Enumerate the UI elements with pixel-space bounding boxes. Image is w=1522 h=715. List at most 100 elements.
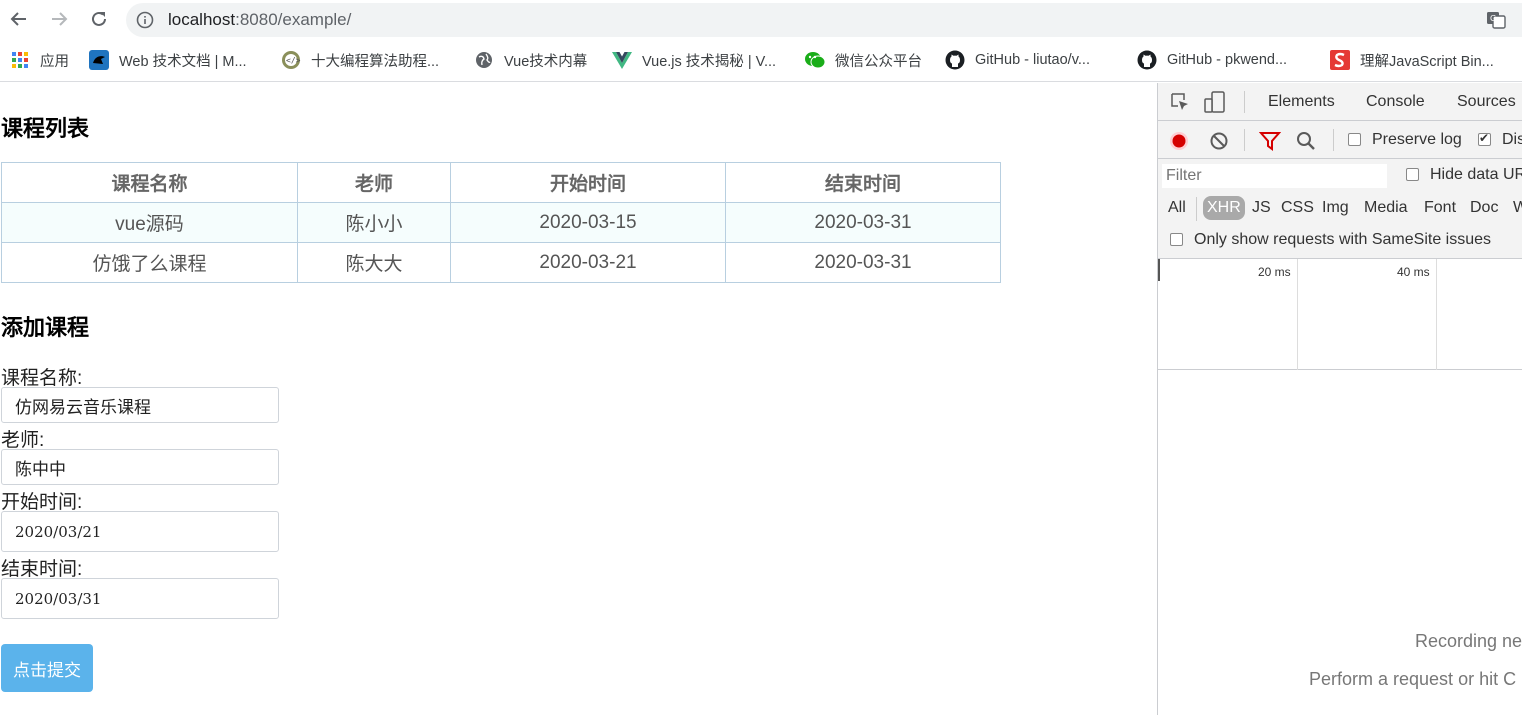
timeline-tick-label: 40 ms bbox=[1397, 265, 1430, 279]
start-date-input[interactable] bbox=[1, 511, 279, 552]
header-teacher: 老师 bbox=[297, 162, 451, 203]
inspect-element-icon[interactable] bbox=[1170, 92, 1190, 112]
submit-button[interactable]: 点击提交 bbox=[1, 644, 93, 692]
network-toolbar: Preserve log Dis bbox=[1158, 121, 1522, 159]
start-time-label: 开始时间: bbox=[1, 492, 83, 513]
devtools-panel: Elements Console Sources Preserve log Di… bbox=[1157, 83, 1522, 715]
cell-end-time: 2020-03-31 bbox=[725, 242, 1001, 283]
device-toolbar-icon[interactable] bbox=[1204, 91, 1226, 113]
header-end-time: 结束时间 bbox=[725, 162, 1001, 203]
type-filter-media[interactable]: Media bbox=[1364, 199, 1408, 217]
network-timeline: 20 ms 40 ms bbox=[1158, 259, 1522, 370]
github-icon bbox=[1137, 50, 1157, 70]
type-filter-doc[interactable]: Doc bbox=[1470, 199, 1498, 217]
table-row: 仿饿了么课程 陈大大 2020-03-21 2020-03-31 bbox=[1, 242, 1001, 283]
back-button[interactable] bbox=[4, 4, 34, 34]
tab-elements[interactable]: Elements bbox=[1268, 93, 1335, 111]
teacher-input[interactable] bbox=[1, 449, 279, 485]
timeline-start-marker bbox=[1158, 259, 1160, 281]
url-path: :8080/example/ bbox=[235, 10, 352, 29]
bookmark-label: GitHub - liutao/v... bbox=[975, 52, 1090, 68]
url-host: localhost bbox=[168, 10, 236, 29]
reload-icon bbox=[92, 11, 106, 26]
samesite-checkbox[interactable] bbox=[1170, 233, 1183, 246]
teacher-label: 老师: bbox=[1, 430, 45, 451]
tab-console[interactable]: Console bbox=[1366, 93, 1425, 111]
disable-cache-checkbox[interactable] bbox=[1478, 131, 1491, 146]
code-badge-icon: </> bbox=[281, 50, 301, 70]
course-list-title: 课程列表 bbox=[1, 116, 90, 141]
bookmark-label: 理解JavaScript Bin... bbox=[1360, 53, 1494, 70]
tab-separator bbox=[1244, 91, 1245, 113]
toolbar-separator bbox=[1333, 129, 1334, 151]
bookmark-apps[interactable]: 应用 bbox=[10, 40, 69, 80]
preserve-log-checkbox[interactable] bbox=[1348, 133, 1361, 146]
type-filter-ws[interactable]: W bbox=[1513, 199, 1522, 217]
table-header-row: 课程名称 老师 开始时间 结束时间 bbox=[1, 162, 1001, 203]
bookmark-label: Vue.js 技术揭秘 | V... bbox=[642, 53, 777, 70]
add-course-title: 添加课程 bbox=[1, 315, 90, 340]
recording-message: Recording ne bbox=[1415, 631, 1522, 651]
header-start-time: 开始时间 bbox=[450, 162, 726, 203]
bookmark-github-liutao[interactable]: GitHub - liutao/v... bbox=[945, 40, 1090, 80]
hide-data-urls-checkbox[interactable] bbox=[1406, 168, 1419, 181]
course-name-input[interactable] bbox=[1, 387, 279, 423]
apps-grid-icon bbox=[10, 50, 30, 70]
type-filter-img[interactable]: Img bbox=[1322, 199, 1349, 217]
arrow-left-icon bbox=[10, 12, 26, 26]
cell-teacher: 陈小小 bbox=[297, 202, 451, 243]
browser-toolbar: localhost:8080/example/ G bbox=[0, 0, 1522, 40]
bookmark-vue-internals[interactable]: Vue技术内幕 bbox=[474, 40, 587, 80]
samesite-label: Only show requests with SameSite issues bbox=[1194, 231, 1492, 248]
bookmarks-bar: 应用 Web 技术文档 | M... </> 十大编程算法助程... Vue技术… bbox=[0, 40, 1522, 82]
vue-icon bbox=[612, 50, 632, 70]
bookmark-label: 微信公众平台 bbox=[835, 53, 922, 70]
translate-icon[interactable]: G bbox=[1486, 11, 1506, 29]
clear-icon[interactable] bbox=[1209, 131, 1229, 151]
record-icon[interactable] bbox=[1169, 131, 1189, 151]
header-course-name: 课程名称 bbox=[1, 162, 298, 203]
s-logo-icon bbox=[1330, 50, 1350, 70]
address-bar[interactable]: localhost:8080/example/ G bbox=[126, 3, 1522, 37]
tab-sources[interactable]: Sources bbox=[1457, 93, 1516, 111]
timeline-gridline bbox=[1297, 259, 1298, 370]
filter-input[interactable] bbox=[1162, 164, 1387, 188]
end-time-label: 结束时间: bbox=[1, 559, 83, 580]
end-date-input[interactable] bbox=[1, 578, 279, 619]
cell-teacher: 陈大大 bbox=[297, 242, 451, 283]
devtools-tabbar: Elements Console Sources bbox=[1158, 83, 1522, 121]
preserve-log-label: Preserve log bbox=[1372, 131, 1462, 148]
type-filter-js[interactable]: JS bbox=[1252, 199, 1271, 217]
cell-end-time: 2020-03-31 bbox=[725, 202, 1001, 243]
type-filter-css[interactable]: CSS bbox=[1281, 199, 1314, 217]
bookmark-label: 应用 bbox=[40, 53, 69, 70]
perform-request-hint: Perform a request or hit C bbox=[1309, 669, 1517, 689]
cell-course-name: vue源码 bbox=[1, 202, 298, 243]
bookmark-github-pkwend[interactable]: GitHub - pkwend... bbox=[1137, 40, 1287, 80]
disable-cache-label: Dis bbox=[1502, 131, 1522, 148]
reload-button[interactable] bbox=[84, 4, 114, 34]
bookmark-label: GitHub - pkwend... bbox=[1167, 52, 1288, 68]
bookmark-wechat[interactable]: 微信公众平台 bbox=[805, 40, 922, 80]
bookmark-label: Vue技术内幕 bbox=[504, 53, 588, 70]
bookmark-mdn[interactable]: Web 技术文档 | M... bbox=[89, 40, 247, 80]
globe-icon bbox=[474, 50, 494, 70]
network-filter-bar: Hide data UR All XHR JS CSS Img Media Fo… bbox=[1158, 159, 1522, 259]
type-filter-all[interactable]: All bbox=[1168, 199, 1186, 217]
table-row: vue源码 陈小小 2020-03-15 2020-03-31 bbox=[1, 202, 1001, 243]
arrow-right-icon bbox=[52, 12, 68, 26]
info-icon[interactable] bbox=[136, 11, 154, 29]
github-icon bbox=[945, 50, 965, 70]
filter-icon[interactable] bbox=[1259, 131, 1281, 151]
type-filter-font[interactable]: Font bbox=[1424, 199, 1456, 217]
search-icon[interactable] bbox=[1296, 131, 1316, 151]
svg-text:</>: </> bbox=[286, 56, 301, 65]
type-filter-xhr[interactable]: XHR bbox=[1203, 196, 1245, 220]
bookmark-vue-reveal[interactable]: Vue.js 技术揭秘 | V... bbox=[612, 40, 776, 80]
course-name-label: 课程名称: bbox=[1, 368, 83, 389]
cell-start-time: 2020-03-15 bbox=[450, 202, 726, 243]
bookmark-javascript-bind[interactable]: 理解JavaScript Bin... bbox=[1330, 40, 1494, 80]
bookmark-algorithms[interactable]: </> 十大编程算法助程... bbox=[281, 40, 439, 80]
forward-button[interactable] bbox=[44, 4, 74, 34]
timeline-tick-label: 20 ms bbox=[1258, 265, 1291, 279]
